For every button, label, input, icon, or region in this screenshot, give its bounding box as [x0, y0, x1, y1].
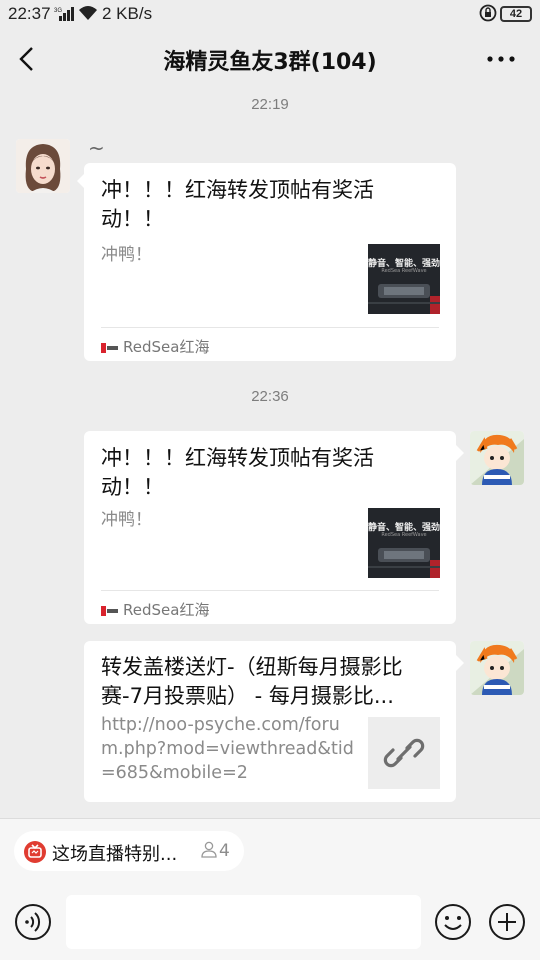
live-icon — [24, 841, 46, 863]
article-description: 冲鸭！ — [101, 245, 152, 265]
card-divider — [101, 590, 439, 591]
link-url: http://noo-psyche.com/forum.php?mod=view… — [101, 715, 354, 783]
article-source: RedSea红海 — [101, 336, 209, 357]
source-label: RedSea红海 — [123, 601, 210, 619]
more-dots-icon[interactable] — [484, 46, 518, 72]
avatar-boy-icon — [470, 641, 524, 695]
avatar-girl-icon — [16, 139, 70, 193]
bubble-tail — [456, 445, 464, 461]
self-avatar[interactable] — [470, 431, 524, 485]
card-divider — [101, 327, 439, 328]
aquarium-pump-image — [368, 548, 440, 578]
back-arrow-icon[interactable] — [12, 44, 42, 74]
redsea-logo-icon — [101, 605, 118, 616]
article-source: RedSea红海 — [101, 599, 209, 620]
live-viewer-count: 4 — [200, 840, 230, 861]
article-thumbnail: 静音、智能、强劲 RedSea ReefWave — [368, 508, 440, 578]
status-bar: 22:37 3G 2 KB/s 42 — [0, 0, 540, 28]
link-icon — [383, 738, 425, 768]
link-thumbnail — [368, 717, 440, 789]
voice-icon[interactable] — [14, 903, 52, 941]
article-title: 冲！！！红海转发顶帖有奖活动！！ — [101, 446, 374, 499]
chat-header: 海精灵鱼友3群(104) — [0, 28, 540, 90]
message-timestamp: 22:19 — [251, 96, 289, 113]
live-broadcast-text: 这场直播特别... — [52, 844, 178, 865]
alarm-icon — [479, 4, 497, 22]
message-timestamp: 22:36 — [251, 388, 289, 405]
shared-article-card[interactable]: 冲！！！红海转发顶帖有奖活动！！ 冲鸭！ 静音、智能、强劲 RedSea Ree… — [84, 431, 456, 624]
link-title: 转发盖楼送灯-（纽斯每月摄影比赛-7月投票贴） - 每月摄影比... — [101, 655, 403, 708]
network-type: 3G — [54, 8, 62, 14]
article-description: 冲鸭！ — [101, 510, 152, 530]
sender-name: ~ — [88, 136, 105, 160]
chat-title: 海精灵鱼友3群(104) — [163, 50, 377, 75]
battery-indicator: 42 — [500, 6, 532, 22]
live-broadcast-pill[interactable]: 这场直播特别... 4 — [14, 831, 244, 871]
article-title: 冲！！！红海转发顶帖有奖活动！！ — [101, 178, 374, 231]
wifi-icon — [79, 6, 97, 20]
aquarium-pump-image — [368, 284, 440, 314]
sender-avatar[interactable] — [16, 139, 70, 193]
self-avatar[interactable] — [470, 641, 524, 695]
shared-link-card[interactable]: 转发盖楼送灯-（纽斯每月摄影比赛-7月投票贴） - 每月摄影比... http:… — [84, 641, 456, 802]
bubble-tail — [456, 655, 464, 671]
avatar-boy-icon — [470, 431, 524, 485]
article-thumbnail: 静音、智能、强劲 RedSea ReefWave — [368, 244, 440, 314]
redsea-logo-icon — [101, 342, 118, 353]
status-time: 22:37 — [8, 4, 51, 23]
person-icon — [201, 841, 217, 858]
plus-icon[interactable] — [488, 903, 526, 941]
network-speed: 2 KB/s — [102, 4, 153, 23]
emoji-icon[interactable] — [434, 903, 472, 941]
source-label: RedSea红海 — [123, 338, 210, 356]
message-input[interactable] — [66, 895, 421, 949]
signal-icon: 3G — [54, 7, 74, 21]
shared-article-card[interactable]: 冲！！！红海转发顶帖有奖活动！！ 冲鸭！ 静音、智能、强劲 RedSea Ree… — [84, 163, 456, 361]
viewer-count: 4 — [219, 841, 230, 861]
chat-bottom-bar: 这场直播特别... 4 — [0, 818, 540, 960]
